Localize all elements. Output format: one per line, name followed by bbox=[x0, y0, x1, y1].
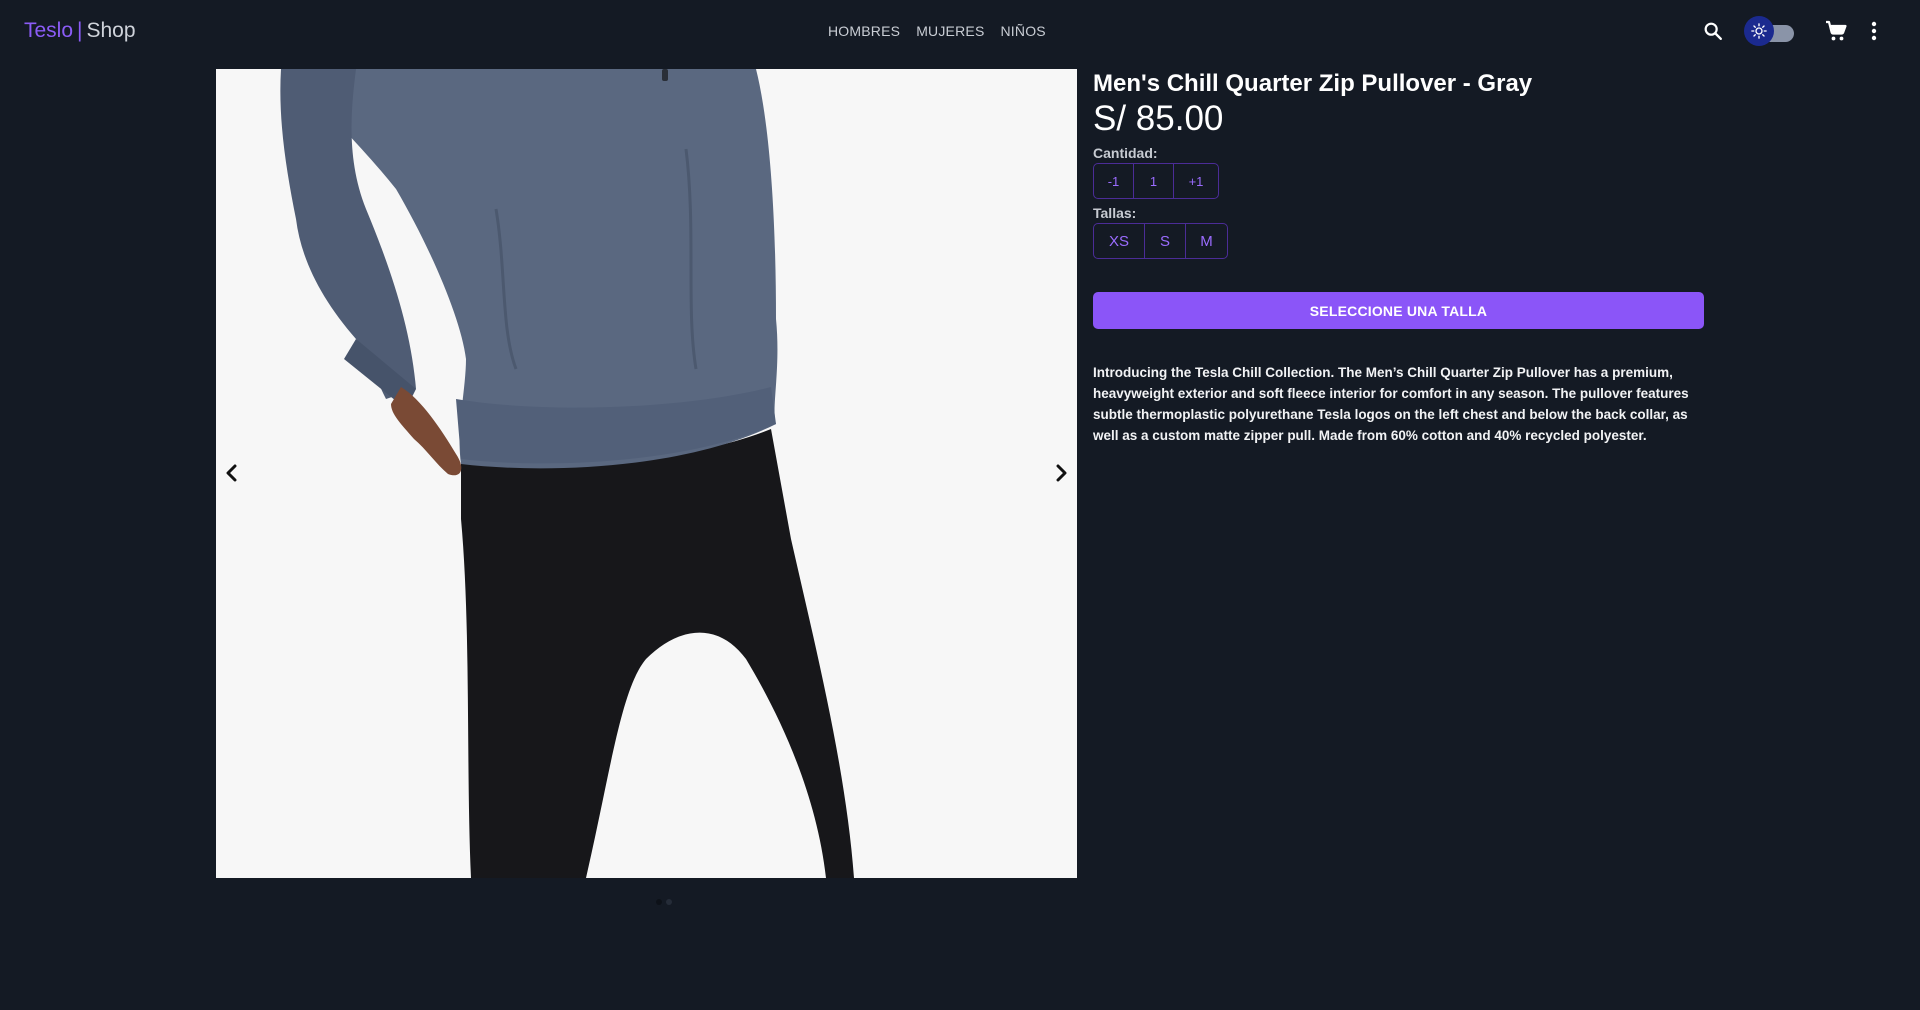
product-details: Men's Chill Quarter Zip Pullover - Gray … bbox=[1093, 69, 1705, 446]
cart-button[interactable] bbox=[1822, 18, 1850, 44]
search-button[interactable] bbox=[1700, 18, 1726, 44]
logo-separator: | bbox=[77, 19, 83, 42]
slider-pagination bbox=[656, 899, 672, 905]
quantity-increment-button[interactable]: +1 bbox=[1173, 164, 1218, 198]
slider-dot-1[interactable] bbox=[656, 899, 662, 905]
add-to-cart-button[interactable]: SELECCIONE UNA TALLA bbox=[1093, 292, 1704, 329]
quantity-decrement-button[interactable]: -1 bbox=[1094, 164, 1133, 198]
size-option-xs[interactable]: XS bbox=[1094, 224, 1144, 258]
quantity-value: 1 bbox=[1133, 164, 1173, 198]
product-photo bbox=[216, 69, 1077, 878]
product-title: Men's Chill Quarter Zip Pullover - Gray bbox=[1093, 70, 1533, 97]
product-image-slider[interactable] bbox=[216, 69, 1077, 878]
sun-icon bbox=[1751, 23, 1767, 39]
quantity-label: Cantidad: bbox=[1093, 145, 1158, 161]
nav-link-mujeres[interactable]: MUJERES bbox=[916, 22, 984, 40]
more-vert-icon bbox=[1871, 21, 1877, 41]
more-options-button[interactable] bbox=[1864, 18, 1884, 44]
slider-prev-button[interactable] bbox=[217, 459, 245, 487]
chevron-right-icon bbox=[1056, 464, 1067, 482]
size-option-m[interactable]: M bbox=[1185, 224, 1227, 258]
size-selector: XS S M bbox=[1093, 223, 1228, 259]
sizes-label: Tallas: bbox=[1093, 205, 1137, 221]
toggle-knob bbox=[1744, 16, 1774, 46]
logo-link[interactable]: Teslo | Shop bbox=[24, 18, 136, 44]
top-navbar: Teslo | Shop HOMBRES MUJERES NIÑOS bbox=[0, 0, 1920, 62]
nav-link-ninos[interactable]: NIÑOS bbox=[1000, 22, 1045, 40]
quantity-stepper: -1 1 +1 bbox=[1093, 163, 1219, 199]
category-nav: HOMBRES MUJERES NIÑOS bbox=[828, 22, 1046, 40]
cart-icon bbox=[1826, 20, 1847, 41]
logo-shop: Shop bbox=[86, 19, 136, 42]
search-icon bbox=[1704, 22, 1722, 40]
logo-brand: Teslo bbox=[24, 19, 74, 42]
product-description: Introducing the Tesla Chill Collection. … bbox=[1093, 365, 1689, 443]
product-price: S/ 85.00 bbox=[1093, 99, 1224, 138]
theme-toggle[interactable] bbox=[1744, 16, 1796, 46]
size-option-s[interactable]: S bbox=[1144, 224, 1185, 258]
nav-link-hombres[interactable]: HOMBRES bbox=[828, 22, 900, 40]
slider-dot-2[interactable] bbox=[666, 899, 672, 905]
slider-next-button[interactable] bbox=[1048, 459, 1076, 487]
chevron-left-icon bbox=[226, 464, 237, 482]
